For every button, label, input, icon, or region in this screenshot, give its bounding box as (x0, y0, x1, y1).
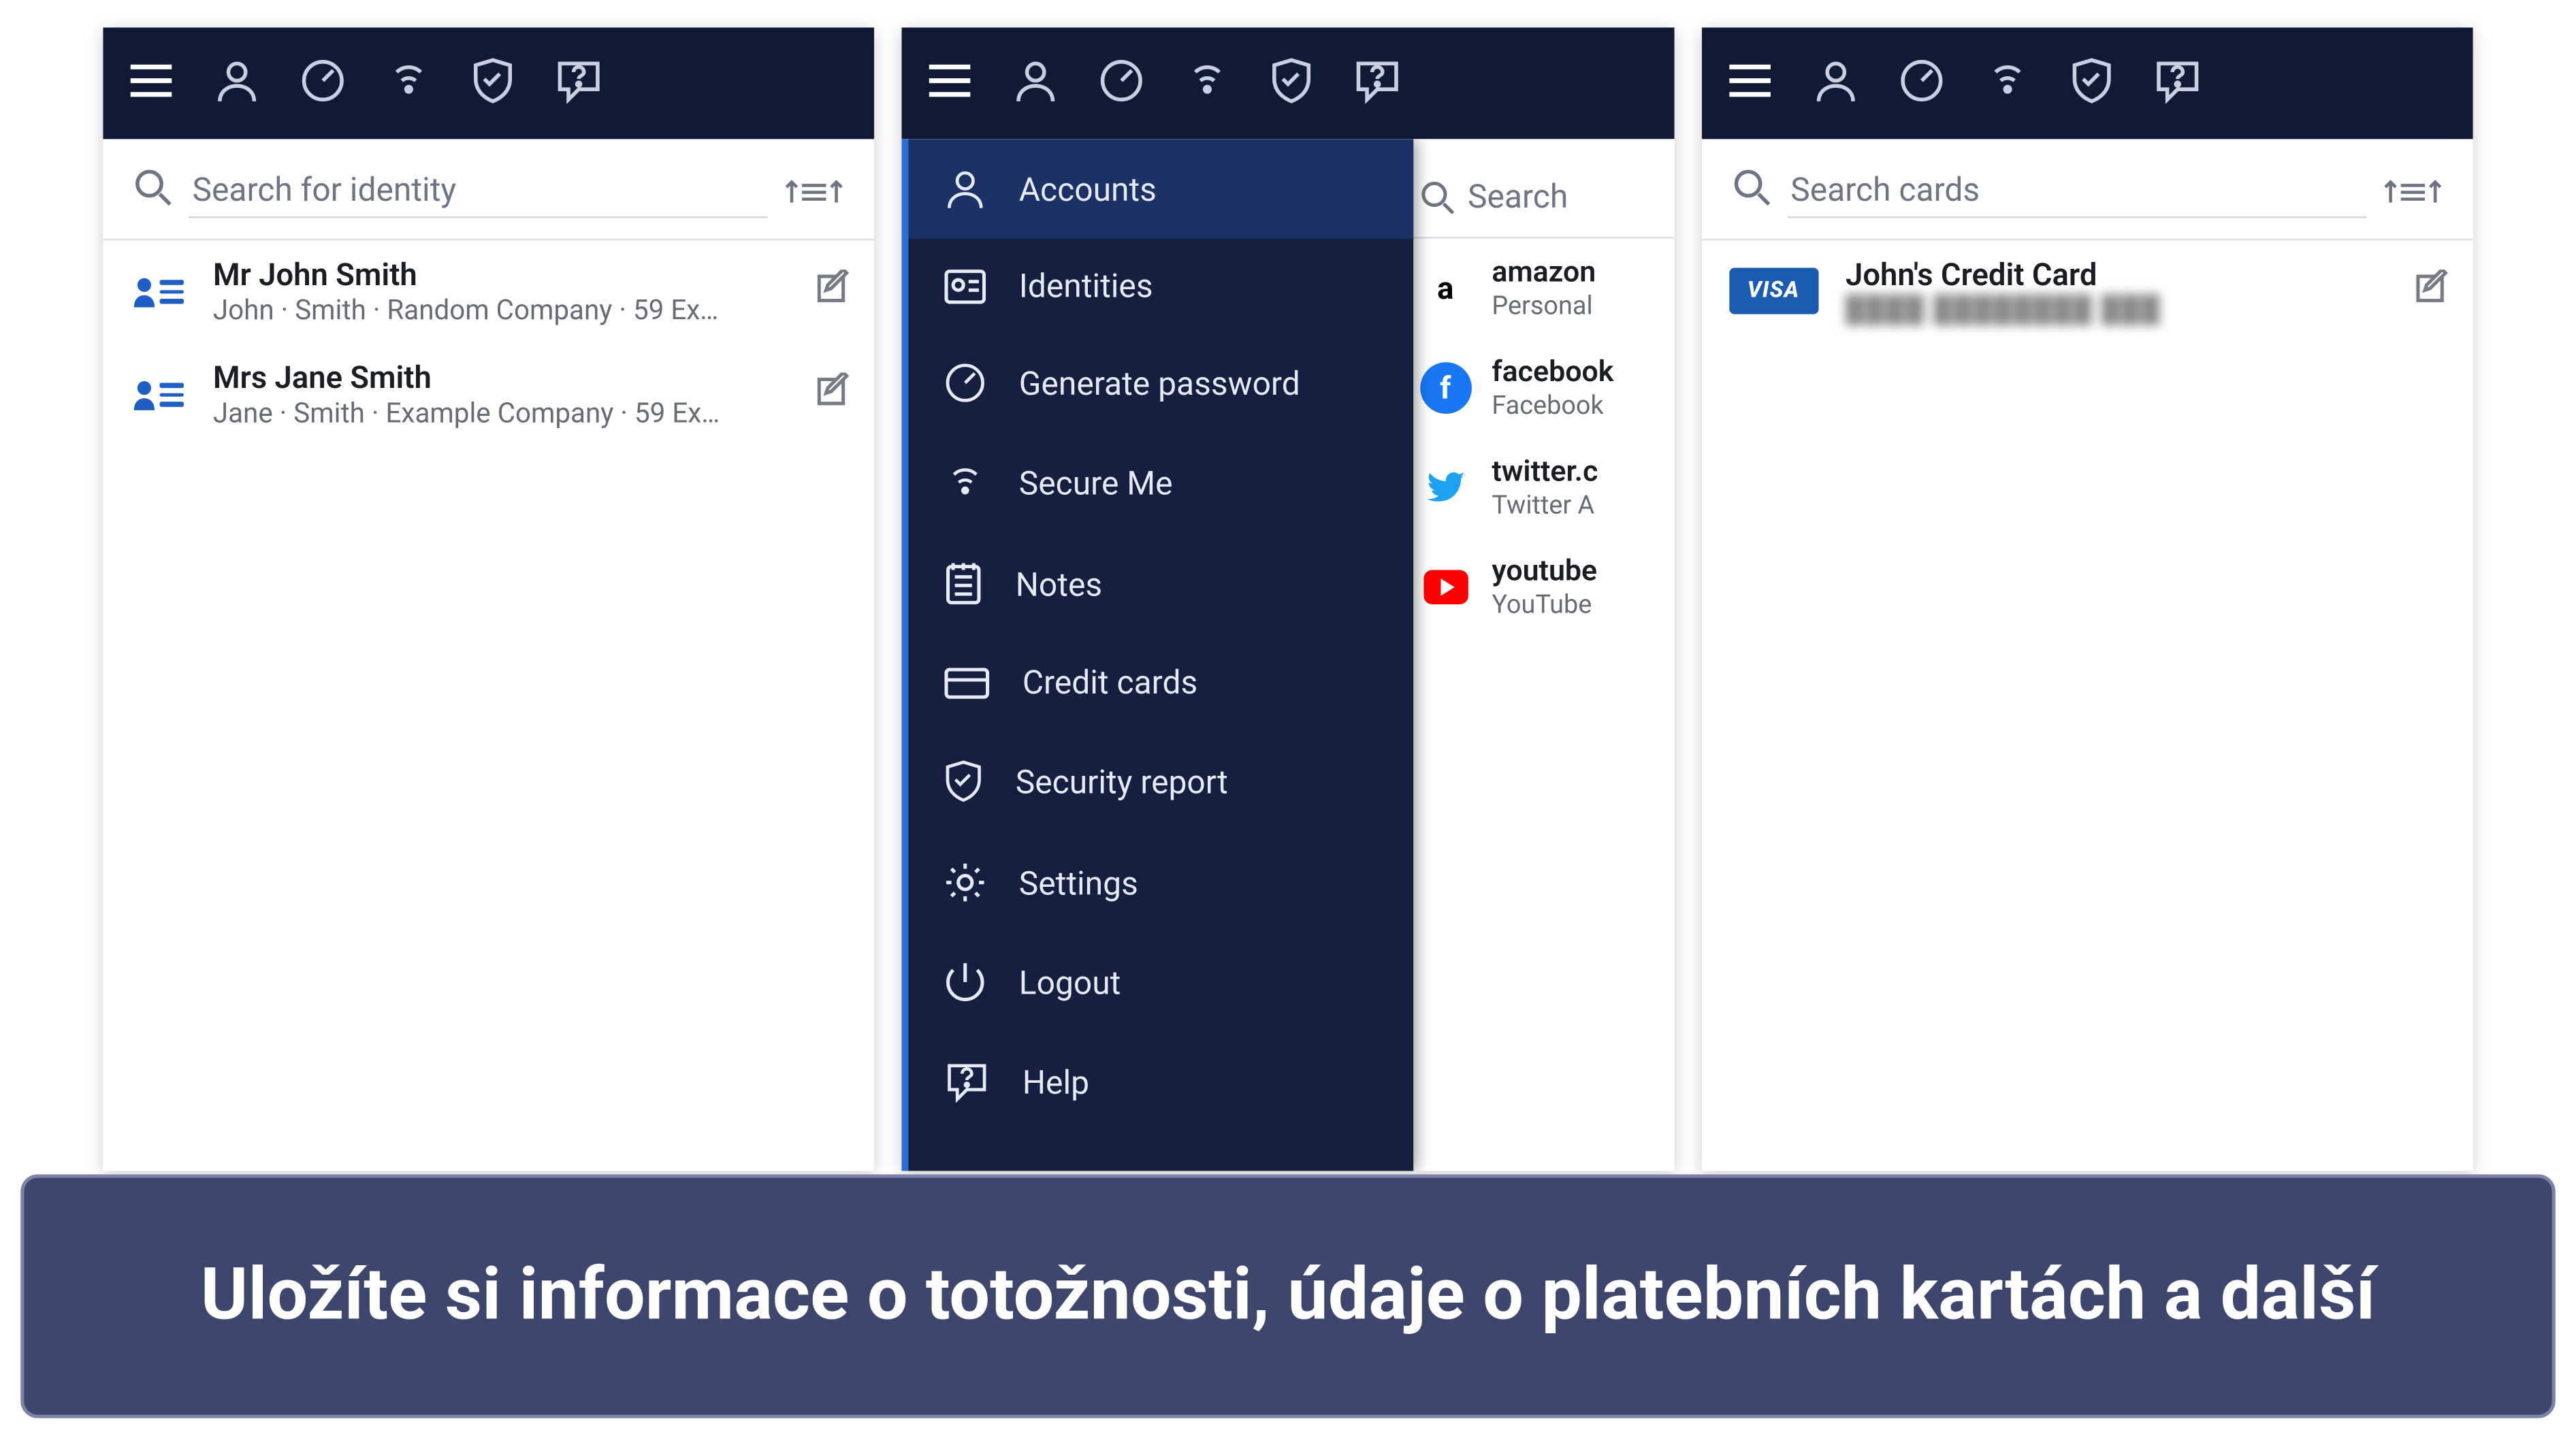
accounts-list-behind: Search a amazonPersonal f facebookFacebo… (1399, 139, 1674, 1171)
identity-icon (127, 364, 189, 426)
drawer-item-generate-password[interactable]: Generate password (909, 333, 1414, 432)
drawer-label: Security report (1016, 762, 1228, 801)
sort-icon[interactable] (2383, 172, 2442, 209)
drawer-item-settings[interactable]: Settings (909, 833, 1414, 932)
visa-icon: VISA (1725, 260, 1821, 322)
youtube-icon (1419, 561, 1471, 613)
identity-text: Mr John Smith John · Smith · Random Comp… (213, 257, 789, 326)
account-row[interactable]: f facebookFacebook (1399, 338, 1674, 438)
person-icon[interactable] (1012, 56, 1061, 111)
identity-icon (127, 261, 189, 323)
drawer-item-credit-cards[interactable]: Credit cards (909, 635, 1414, 730)
identity-sub: Jane · Smith · Example Company · 59 Ex… (213, 397, 789, 429)
dial-icon[interactable] (1897, 56, 1946, 111)
cards-list: VISA John's Credit Card ████ ████████ ██… (1701, 240, 2473, 1171)
menu-icon[interactable] (127, 59, 176, 108)
amazon-icon: a (1419, 263, 1471, 314)
drawer-item-help[interactable]: Help (909, 1032, 1414, 1131)
identity-list: Mr John Smith John · Smith · Random Comp… (103, 240, 875, 1171)
signal-icon[interactable] (1184, 56, 1232, 111)
drawer-item-notes[interactable]: Notes (909, 532, 1414, 635)
dial-icon[interactable] (299, 56, 347, 111)
edit-icon[interactable] (813, 270, 850, 314)
menu-icon[interactable] (927, 59, 975, 108)
panel-cards: Search cards VISA John's Credit Card ███… (1701, 27, 2473, 1171)
drawer-item-secure-me[interactable]: Secure Me (909, 433, 1414, 532)
identity-title: Mrs Jane Smith (213, 361, 789, 397)
account-row[interactable]: youtubeYouTube (1399, 538, 1674, 637)
side-drawer: Accounts Identities Generate password Se… (902, 139, 1414, 1171)
card-text: John's Credit Card ████ ████████ ███ (1846, 257, 2387, 324)
panel-drawer: Search a amazonPersonal f facebookFacebo… (902, 27, 1674, 1171)
caption-banner: Uložíte si informace o totožnosti, údaje… (20, 1175, 2556, 1418)
drawer-item-logout[interactable]: Logout (909, 932, 1414, 1032)
twitter-icon (1419, 462, 1471, 514)
identity-title: Mr John Smith (213, 257, 789, 293)
drawer-label: Secure Me (1019, 463, 1173, 502)
edit-icon[interactable] (813, 372, 850, 417)
drawer-item-identities[interactable]: Identities (909, 239, 1414, 333)
search-icon (1733, 168, 1770, 213)
search-label: Search (1468, 177, 1568, 216)
search-icon (134, 168, 172, 213)
identity-text: Mrs Jane Smith Jane · Smith · Example Co… (213, 361, 789, 429)
person-icon[interactable] (1812, 56, 1860, 111)
sort-icon[interactable] (786, 172, 844, 209)
drawer-item-security-report[interactable]: Security report (909, 730, 1414, 832)
search-bar[interactable]: Search for identity (103, 139, 875, 240)
help-icon[interactable] (1352, 56, 1404, 111)
help-icon[interactable] (553, 56, 605, 111)
topbar (103, 27, 875, 139)
panel-identities: Search for identity Mr John Smith John ·… (103, 27, 875, 1171)
drawer-label: Help (1023, 1062, 1089, 1101)
signal-icon[interactable] (385, 56, 433, 111)
account-row[interactable]: twitter.cTwitter A (1399, 438, 1674, 537)
help-icon[interactable] (2151, 56, 2203, 111)
shield-icon[interactable] (1270, 54, 1315, 112)
shield-icon[interactable] (2069, 54, 2114, 112)
drawer-label: Identities (1019, 266, 1153, 306)
caption-text: Uložíte si informace o totožnosti, údaje… (201, 1253, 2376, 1339)
topbar (902, 27, 1674, 139)
shield-icon[interactable] (470, 54, 515, 112)
identity-sub: John · Smith · Random Company · 59 Ex… (213, 293, 789, 326)
identity-row[interactable]: Mr John Smith John · Smith · Random Comp… (103, 240, 875, 343)
search-input[interactable]: Search for identity (189, 163, 768, 218)
drawer-label: Logout (1019, 962, 1121, 1002)
search-input[interactable]: Search cards (1787, 163, 2366, 218)
drawer-label: Generate password (1019, 363, 1300, 403)
search-bar[interactable]: Search cards (1701, 139, 2473, 240)
account-row[interactable]: a amazonPersonal (1399, 239, 1674, 338)
drawer-label: Settings (1019, 863, 1138, 902)
signal-icon[interactable] (1983, 56, 2031, 111)
identity-row[interactable]: Mrs Jane Smith Jane · Smith · Example Co… (103, 344, 875, 446)
search-bar[interactable]: Search (1399, 149, 1674, 238)
drawer-label: Notes (1016, 564, 1102, 604)
edit-icon[interactable] (2411, 269, 2449, 314)
person-icon[interactable] (213, 56, 261, 111)
facebook-icon: f (1419, 362, 1471, 414)
drawer-label: Accounts (1019, 169, 1157, 208)
card-number-masked: ████ ████████ ███ (1846, 293, 2387, 324)
topbar (1701, 27, 2473, 139)
dial-icon[interactable] (1098, 56, 1146, 111)
drawer-label: Credit cards (1023, 663, 1197, 702)
card-title: John's Credit Card (1846, 257, 2387, 293)
menu-icon[interactable] (1725, 59, 1773, 108)
drawer-item-accounts[interactable]: Accounts (909, 139, 1414, 238)
card-row[interactable]: VISA John's Credit Card ████ ████████ ██… (1701, 240, 2473, 342)
